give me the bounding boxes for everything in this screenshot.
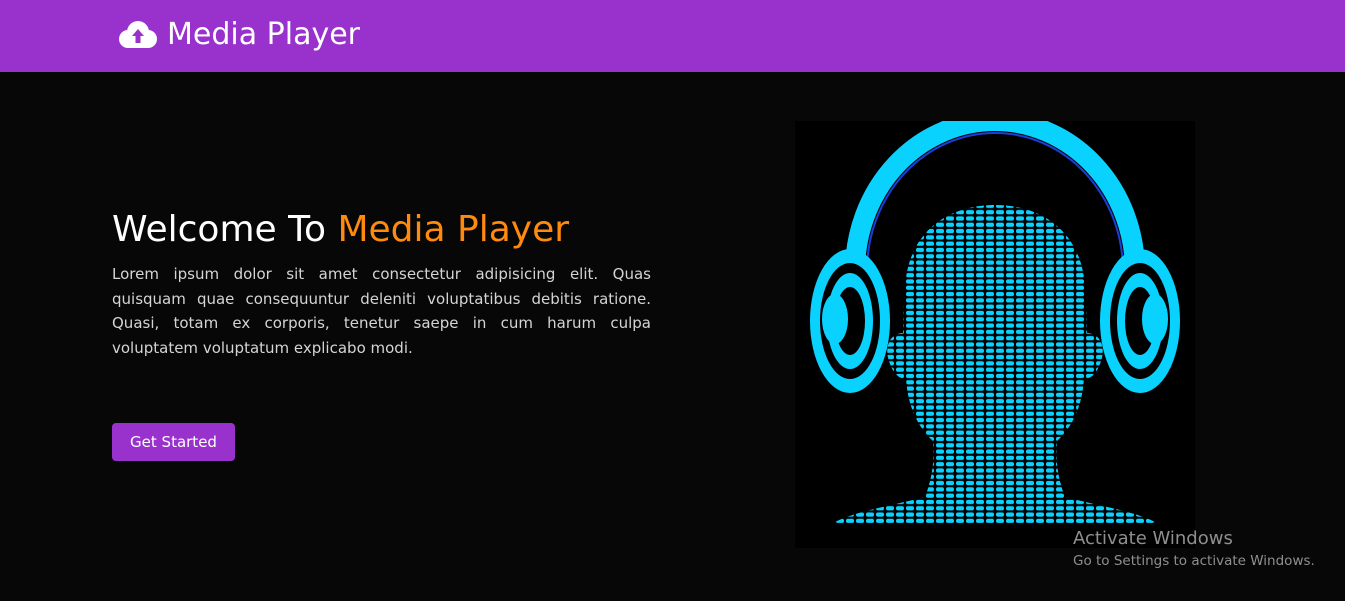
brand-link[interactable]: Media Player bbox=[116, 14, 360, 56]
hero-title-prefix: Welcome To bbox=[112, 209, 338, 250]
hero-text: Welcome To Media Player Lorem ipsum dolo… bbox=[112, 206, 651, 360]
hero-title: Welcome To Media Player bbox=[112, 206, 651, 254]
brand-name: Media Player bbox=[167, 17, 360, 52]
navbar: Media Player bbox=[0, 0, 1345, 72]
hero-description: Lorem ipsum dolor sit amet consectetur a… bbox=[112, 265, 651, 357]
watermark-title: Activate Windows bbox=[1073, 528, 1233, 549]
watermark-subtitle: Go to Settings to activate Windows. bbox=[1073, 553, 1315, 569]
activate-windows-watermark: Activate Windows Go to Settings to activ… bbox=[1073, 527, 1315, 571]
hero-title-accent: Media Player bbox=[337, 209, 570, 250]
get-started-button[interactable]: Get Started bbox=[112, 423, 235, 461]
cloud-upload-icon bbox=[119, 21, 157, 48]
headphones-illustration bbox=[795, 121, 1195, 548]
